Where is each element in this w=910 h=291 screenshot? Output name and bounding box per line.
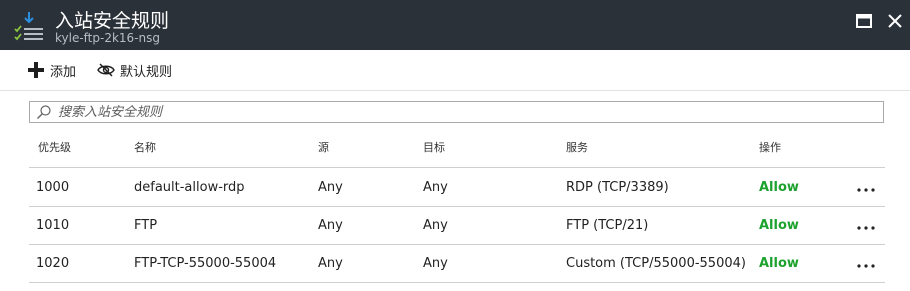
page-subtitle: kyle-ftp-2k16-nsg: [55, 31, 160, 45]
search-box: [29, 101, 884, 123]
destination-cell: Any: [423, 256, 448, 271]
more-options-icon[interactable]: [855, 257, 877, 269]
page-title: 入站安全规则: [55, 10, 170, 32]
search-input[interactable]: [56, 103, 860, 121]
rules-panel: 优先级 名称 源 目标 服务 操作 1000 default-allow-rdp…: [0, 91, 910, 291]
default-rules-button[interactable]: 默认规则: [97, 60, 172, 80]
destination-cell: Any: [423, 180, 448, 195]
source-cell: Any: [318, 218, 343, 233]
command-bar: 添加 默认规则: [0, 50, 910, 90]
column-header-name[interactable]: 名称: [134, 139, 156, 155]
add-button-label: 添加: [50, 64, 77, 80]
service-cell: Custom (TCP/55000-55004): [566, 256, 746, 271]
search-icon: [37, 105, 51, 119]
priority-cell: 1010: [36, 218, 70, 233]
column-header-action[interactable]: 操作: [759, 139, 781, 155]
more-options-icon[interactable]: [855, 181, 877, 193]
add-button[interactable]: 添加: [27, 60, 76, 80]
table-row[interactable]: 1000 default-allow-rdp Any Any RDP (TCP/…: [29, 168, 885, 206]
action-cell: Allow: [759, 180, 799, 195]
name-cell: FTP-TCP-55000-55004: [134, 256, 277, 271]
inbound-rules-icon: [14, 12, 43, 41]
name-cell: default-allow-rdp: [134, 180, 245, 195]
name-cell: FTP: [134, 218, 158, 233]
column-header-source[interactable]: 源: [318, 139, 329, 155]
source-cell: Any: [318, 180, 343, 195]
service-cell: RDP (TCP/3389): [566, 180, 669, 195]
row-separator: [29, 282, 885, 283]
action-cell: Allow: [759, 256, 799, 271]
service-cell: FTP (TCP/21): [566, 218, 649, 233]
destination-cell: Any: [423, 218, 448, 233]
column-header-service[interactable]: 服务: [566, 139, 588, 155]
column-header-priority[interactable]: 优先级: [38, 139, 71, 155]
maximize-icon[interactable]: [853, 10, 875, 32]
priority-cell: 1020: [36, 256, 70, 271]
source-cell: Any: [318, 256, 343, 271]
default-rules-label: 默认规则: [120, 64, 173, 80]
plus-icon: [28, 62, 44, 78]
eye-hidden-icon: [97, 63, 115, 77]
more-options-icon[interactable]: [855, 219, 877, 231]
table-row[interactable]: 1020 FTP-TCP-55000-55004 Any Any Custom …: [29, 244, 885, 282]
priority-cell: 1000: [36, 180, 70, 195]
title-bar: 入站安全规则 kyle-ftp-2k16-nsg: [0, 0, 910, 50]
table-row[interactable]: 1010 FTP Any Any FTP (TCP/21) Allow: [29, 206, 885, 244]
close-icon[interactable]: [884, 10, 906, 32]
action-cell: Allow: [759, 218, 799, 233]
column-header-destination[interactable]: 目标: [423, 139, 445, 155]
